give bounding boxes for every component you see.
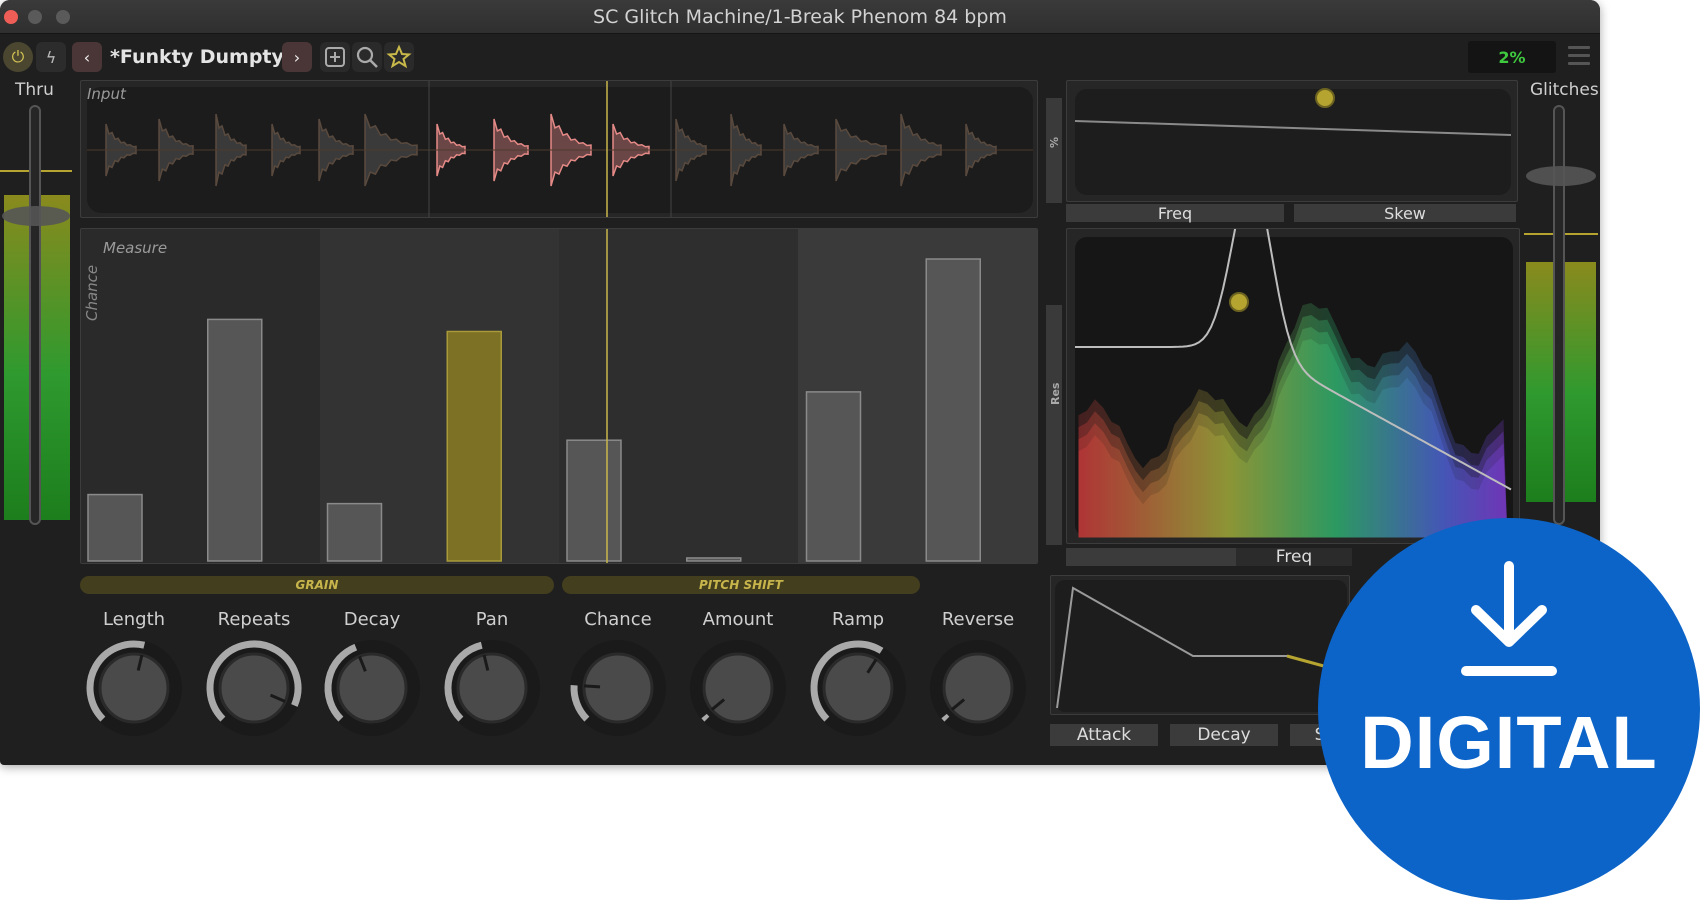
knob-ramp[interactable] — [806, 636, 910, 740]
preset-selector[interactable]: *Funkty Dumpty⬍ — [110, 46, 300, 68]
measure-step-panel[interactable]: Measure Chance — [80, 228, 1038, 564]
pitch-shift-section-header: PITCH SHIFT — [562, 576, 920, 594]
glitches-label: Glitches — [1530, 80, 1599, 100]
knob-label: Ramp — [831, 609, 885, 630]
res-strip[interactable] — [1046, 305, 1062, 545]
power-icon: ⏻ — [11, 47, 25, 66]
next-preset-button[interactable]: › — [282, 42, 312, 72]
input-waveform-panel[interactable]: Input — [80, 80, 1038, 218]
envelope-curve — [1055, 580, 1347, 712]
percent-label: % — [1048, 136, 1061, 148]
chevron-left-icon: ‹ — [83, 47, 91, 67]
decay-button[interactable]: Decay — [1170, 724, 1278, 746]
percent-strip[interactable] — [1046, 98, 1062, 203]
knob-reverse[interactable] — [926, 636, 1030, 740]
grain-section-header: GRAIN — [80, 576, 554, 594]
measure-label: Measure — [103, 239, 168, 257]
input-label: Input — [87, 85, 126, 103]
filter-spectrum-panel[interactable] — [1066, 228, 1520, 544]
step-bar[interactable] — [87, 493, 143, 562]
previous-preset-button[interactable]: ‹ — [72, 42, 102, 72]
knob-label: Repeats — [217, 609, 291, 630]
chance-axis-label: Chance — [83, 264, 101, 321]
knob-label: Reverse — [941, 609, 1015, 630]
skew-curve — [1074, 88, 1512, 195]
step-bar[interactable] — [446, 330, 502, 562]
step-bar[interactable] — [925, 258, 981, 562]
thru-label: Thru — [15, 80, 54, 100]
filter-cutoff-handle[interactable] — [1229, 292, 1249, 312]
knob-chance[interactable] — [566, 636, 670, 740]
filter-spectrum — [1075, 229, 1513, 538]
thru-slider-thumb[interactable] — [2, 206, 70, 226]
knob-label: Amount — [702, 609, 774, 630]
favorite-button[interactable] — [384, 42, 414, 72]
window-title: SC Glitch Machine/1-Break Phenom 84 bpm — [593, 6, 1007, 28]
measure-steps — [81, 229, 1037, 563]
freq-strip[interactable] — [1066, 548, 1236, 566]
skew-curve-panel[interactable] — [1066, 80, 1518, 202]
power-button[interactable]: ⏻ — [3, 42, 33, 72]
res-label: Res — [1049, 382, 1062, 405]
step-bar[interactable] — [566, 439, 622, 562]
preset-name: *Funkty Dumpty — [110, 46, 284, 68]
attack-button[interactable]: Attack — [1050, 724, 1158, 746]
step-bar[interactable] — [326, 502, 383, 562]
star-icon — [386, 44, 412, 69]
toolbar: ⏻ ϟ ‹ *Funkty Dumpty⬍ › 2% — [0, 38, 1600, 76]
knob-pan[interactable] — [440, 636, 544, 740]
title-bar: SC Glitch Machine/1-Break Phenom 84 bpm — [0, 0, 1600, 34]
search-icon — [356, 46, 378, 68]
freq-button[interactable]: Freq — [1066, 204, 1284, 223]
step-bar[interactable] — [207, 318, 263, 562]
knob-decay[interactable] — [320, 636, 424, 740]
digital-download-badge: DIGITAL — [1318, 518, 1700, 900]
input-waveform — [87, 81, 1033, 217]
search-button[interactable] — [352, 42, 382, 72]
chevron-right-icon: › — [293, 47, 301, 67]
add-preset-icon — [325, 47, 345, 67]
step-bar[interactable] — [805, 391, 862, 562]
thru-slider-track[interactable] — [29, 105, 41, 525]
glitches-slider-thumb[interactable] — [1526, 166, 1596, 186]
lightning-button[interactable]: ϟ — [36, 42, 66, 72]
knob-label: Decay — [343, 609, 401, 630]
add-preset-button[interactable] — [320, 42, 350, 72]
knob-length[interactable] — [82, 636, 186, 740]
knob-repeats[interactable] — [202, 636, 306, 740]
knob-label: Chance — [584, 609, 652, 630]
envelope-panel[interactable] — [1050, 575, 1350, 715]
knob-label: Length — [102, 609, 166, 630]
skew-button[interactable]: Skew — [1294, 204, 1516, 223]
lightning-icon: ϟ — [45, 47, 57, 67]
digital-label: DIGITAL — [1360, 701, 1658, 784]
cpu-meter: 2% — [1468, 41, 1556, 73]
menu-icon[interactable] — [1568, 46, 1590, 68]
knob-label: Pan — [475, 609, 509, 630]
knob-amount[interactable] — [686, 636, 790, 740]
step-bar[interactable] — [686, 557, 742, 562]
